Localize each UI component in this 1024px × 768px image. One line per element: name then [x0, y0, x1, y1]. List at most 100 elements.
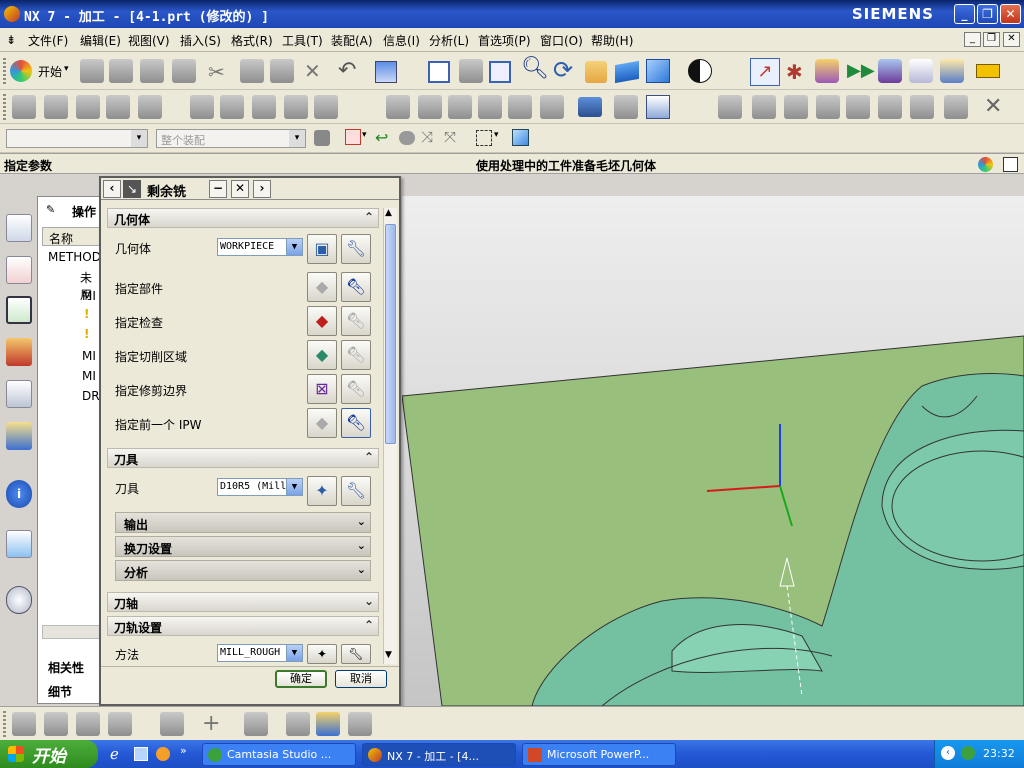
snap-icon-2[interactable]: ↩ [375, 128, 388, 147]
shaded-icon[interactable] [615, 60, 639, 84]
menu-analysis[interactable]: 分析(L) [429, 32, 469, 49]
geometry-section-header[interactable]: 几何体 ⌃ [107, 208, 379, 228]
bottom-tool-icon-5[interactable] [160, 712, 184, 736]
constraint-navigator-icon[interactable] [6, 256, 32, 284]
snap-icon-4[interactable]: ⤨ [421, 128, 433, 146]
new-icon[interactable] [80, 59, 104, 83]
dialog-back-button[interactable]: ‹ [103, 180, 121, 198]
fit-icon[interactable] [428, 61, 450, 83]
bottom-tool-icon-4[interactable] [108, 712, 132, 736]
menu-format[interactable]: 格式(R) [231, 32, 273, 49]
replay-toolpath-icon[interactable] [220, 95, 244, 119]
display-mode-icon[interactable] [688, 59, 712, 83]
scroll-thumb[interactable] [385, 224, 396, 444]
quicklaunch-more-icon[interactable]: » [180, 744, 187, 757]
copy-icon[interactable] [240, 59, 264, 83]
desktop-quicklaunch-icon[interactable] [134, 747, 148, 761]
snap-icon[interactable] [345, 129, 361, 145]
create-method-icon[interactable] [106, 95, 130, 119]
bottom-tool-icon-6[interactable] [286, 712, 310, 736]
tray-app-icon[interactable] [961, 746, 975, 760]
feature-icon-1[interactable] [718, 95, 742, 119]
rename-op-icon[interactable] [508, 95, 532, 119]
minimize-button[interactable]: _ [954, 4, 975, 24]
operation-navigator-icon[interactable] [6, 296, 32, 324]
pin-icon[interactable]: ✎ [46, 203, 55, 216]
machine-navigator-icon[interactable] [6, 338, 32, 366]
menu-window[interactable]: 窗口(O) [540, 32, 583, 49]
navigator-hscrollbar[interactable] [42, 625, 102, 639]
verify-toolpath-icon[interactable] [284, 95, 308, 119]
task-powerpoint[interactable]: Microsoft PowerP... [522, 743, 676, 766]
datum-icon[interactable] [244, 712, 268, 736]
undo-icon[interactable]: ↶ [338, 58, 356, 83]
assembly-navigator-icon[interactable] [6, 214, 32, 242]
new-geometry-button[interactable]: ▣ [307, 234, 337, 264]
simulate-icon[interactable] [314, 95, 338, 119]
copy-op-icon[interactable] [448, 95, 472, 119]
dialog-forward-button[interactable]: › [253, 180, 271, 198]
selection-dropdown-icon[interactable]: ▾ [494, 130, 499, 140]
start-dropdown-icon[interactable]: ▾ [64, 64, 69, 74]
select-cube-icon[interactable] [512, 129, 529, 146]
scroll-up-icon[interactable]: ▲ [385, 208, 392, 218]
tool-change-subsection[interactable]: 换刀设置 ⌄ [115, 536, 371, 557]
dialog-scrollbar[interactable]: ▲ ▼ [383, 208, 397, 664]
bottom-tool-icon-1[interactable] [12, 712, 36, 736]
save-icon[interactable] [140, 59, 164, 83]
tool-axis-section-header[interactable]: 刀轴 ⌄ [107, 592, 379, 612]
graphics-window[interactable] [402, 196, 1024, 706]
new-tool-button[interactable]: ✦ [307, 476, 337, 506]
shop-documentation-icon[interactable] [646, 95, 670, 119]
create-operation-icon[interactable] [138, 95, 162, 119]
select-check-button[interactable]: ◆ [307, 306, 337, 336]
post-icon[interactable] [614, 95, 638, 119]
shop-doc-icon[interactable] [909, 59, 933, 83]
rotate-icon[interactable]: ⟳ [553, 56, 573, 84]
snap-dropdown-icon[interactable]: ▾ [362, 130, 367, 140]
wcs-icon[interactable]: ↗ [750, 58, 780, 86]
open-icon[interactable] [109, 59, 133, 83]
wcs-orient-icon[interactable]: ✱ [786, 60, 803, 84]
paste-icon[interactable] [270, 59, 294, 83]
feature-icon-8[interactable] [944, 95, 968, 119]
tray-expand-icon[interactable]: ‹ [941, 746, 955, 760]
info-icon[interactable]: i [6, 480, 32, 508]
delete-icon[interactable]: ✕ [304, 59, 321, 83]
feature-icon-5[interactable] [846, 95, 870, 119]
doc-restore-button[interactable]: ❐ [983, 32, 1000, 47]
restore-button[interactable]: ❐ [977, 4, 998, 24]
task-camtasia[interactable]: Camtasia Studio ... [202, 743, 356, 766]
task-nx[interactable]: NX 7 - 加工 - [4... [362, 743, 516, 766]
menu-view[interactable]: 视图(V) [128, 32, 170, 49]
start-menu-button[interactable]: 开始 [38, 63, 62, 80]
bottom-tool-icon-7[interactable] [316, 712, 340, 736]
point-icon[interactable]: + [202, 711, 220, 736]
type-filter-select[interactable]: ▾ [6, 129, 148, 148]
cancel-button[interactable]: 取消 [335, 670, 387, 688]
verify-icon[interactable]: ▶▶ [847, 60, 875, 81]
zoom-icon[interactable]: 🔍︎ [521, 56, 549, 81]
reuse-library-icon[interactable] [6, 380, 32, 408]
transform-op-icon[interactable] [540, 95, 564, 119]
dialog-title-bar[interactable]: ‹ ↘ 剩余铣 − ✕ › [101, 178, 399, 200]
edit-tool-button[interactable]: 🔧︎ [341, 476, 371, 506]
feature-icon-2[interactable] [752, 95, 776, 119]
tree-item-method[interactable]: METHOD [48, 250, 101, 264]
display-ipw-button[interactable]: 🔦︎ [341, 408, 371, 438]
dialog-collapse-button[interactable]: − [209, 180, 227, 198]
name-column-header[interactable]: 名称 [42, 227, 102, 246]
select-trim-boundary-button[interactable]: ⊠ [307, 374, 337, 404]
display-check-button[interactable]: 🔦︎ [341, 306, 371, 336]
edit-method-button[interactable]: 🔧︎ [341, 644, 371, 664]
create-tool-icon[interactable] [44, 95, 68, 119]
method-select[interactable]: MILL_ROUGH ▼ [217, 644, 303, 662]
path-settings-section-header[interactable]: 刀轨设置 ⌃ [107, 616, 379, 636]
tool-select[interactable]: D10R5 (Mill ▼ [217, 478, 303, 496]
menu-assembly[interactable]: 装配(A) [331, 32, 373, 49]
assembly-filter-select[interactable]: 整个装配 ▾ [156, 129, 306, 148]
cut-op-icon[interactable] [418, 95, 442, 119]
fullscreen-icon[interactable] [1003, 157, 1018, 172]
create-program-icon[interactable] [12, 95, 36, 119]
bottom-tool-icon-3[interactable] [76, 712, 100, 736]
